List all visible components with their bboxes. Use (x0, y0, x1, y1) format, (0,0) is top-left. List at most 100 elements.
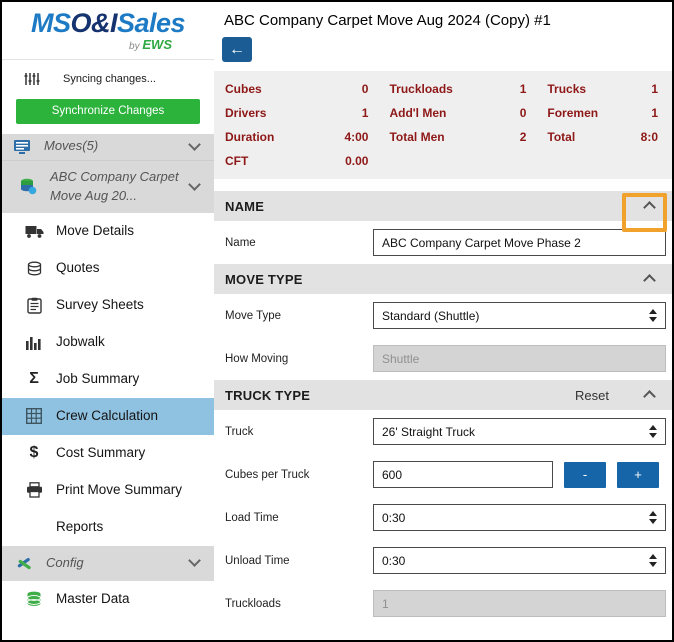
sigma-icon: Σ (29, 370, 39, 388)
monitor-icon (10, 139, 34, 155)
summary-cell-cft: CFT 0.00 (216, 149, 380, 173)
chevron-up-icon[interactable] (643, 201, 656, 214)
logo-wordmark: MSO&ISales (2, 8, 214, 39)
sidebar-item-label: Print Move Summary (56, 482, 183, 498)
how-moving-field-label: How Moving (225, 352, 289, 365)
move-type-select[interactable]: Standard (Shuttle) (373, 302, 666, 329)
logo-ews: EWS (142, 36, 172, 52)
sidebar-item-abc-company-carpet-move-aug-20[interactable]: ABC Company Carpet Move Aug 20... (2, 160, 214, 213)
sidebar-item-label: Config (46, 554, 84, 570)
sidebar-item-job-summary[interactable]: Σ Job Summary (2, 361, 214, 398)
main-content: ABC Company Carpet Move Aug 2024 (Copy) … (214, 2, 672, 640)
move-type-field-label: Move Type (225, 309, 282, 322)
unload-time-field-row: Unload Time 0:30 (214, 539, 672, 582)
sidebar-item-label: Job Summary (56, 371, 140, 387)
chevron-down-icon (188, 137, 201, 151)
how-moving-field: Shuttle (373, 345, 666, 372)
increment-button[interactable]: + (617, 461, 659, 488)
sidebar-item-label: Crew Calculation (56, 408, 159, 424)
sidebar-divider (2, 58, 214, 60)
load-time-field-row: Load Time 0:30 (214, 496, 672, 539)
sync-status-row: Syncing changes... (20, 72, 214, 86)
section-header-move-type[interactable]: MOVE TYPE (214, 264, 672, 294)
tools-icon (12, 555, 36, 571)
summary-label: Cubes (225, 82, 262, 96)
sidebar-item-label: Cost Summary (56, 445, 146, 461)
summary-value: 8:0 (640, 130, 658, 144)
app-logo: MSO&ISales by EWS (2, 2, 214, 52)
summary-value: 1 (519, 82, 527, 96)
sidebar-item-label: Reports (56, 519, 104, 535)
summary-value: 0.00 (345, 154, 369, 168)
chevron-up-icon[interactable] (643, 274, 656, 287)
back-button[interactable]: ← (222, 37, 252, 62)
load-time-spinner[interactable]: 0:30 (373, 504, 666, 531)
sidebar-item-move-details[interactable]: Move Details (2, 213, 214, 250)
section-header-truck-type[interactable]: TRUCK TYPE Reset (214, 380, 672, 410)
sidebar-item-moves-5[interactable]: Moves(5) (2, 133, 214, 161)
sidebar-item-label: Quotes (56, 260, 100, 276)
unload-time-field-label: Unload Time (225, 554, 290, 567)
decrement-button[interactable]: - (564, 461, 606, 488)
chevron-up-icon[interactable] (643, 390, 656, 403)
sidebar-item-cost-summary[interactable]: $ Cost Summary (2, 435, 214, 472)
unload-time-spinner[interactable]: 0:30 (373, 547, 666, 574)
summary-label: Add'l Men (389, 106, 447, 120)
section-title-move-type: MOVE TYPE (225, 271, 303, 287)
printer-icon (22, 482, 46, 498)
cubes-per-truck-input[interactable] (373, 461, 553, 488)
logo-ms: MS (30, 8, 71, 38)
updown-arrows-icon (641, 425, 657, 438)
name-input[interactable] (373, 229, 666, 256)
section-header-name[interactable]: NAME (214, 191, 672, 221)
summary-label: Total (547, 130, 576, 144)
summary-value: 0 (361, 82, 369, 96)
name-field-row: Name (214, 221, 672, 264)
summary-label: Total Men (389, 130, 445, 144)
synchronize-changes-button[interactable]: Synchronize Changes (16, 98, 200, 124)
sidebar-item-quotes[interactable]: Quotes (2, 250, 214, 287)
summary-cell-duration: Duration 4:00 (216, 125, 380, 149)
page-title: ABC Company Carpet Move Aug 2024 (Copy) … (224, 12, 551, 29)
sidebar-item-crew-calculation[interactable]: Crew Calculation (2, 397, 214, 435)
logo-oi: O&I (70, 8, 117, 38)
database-icon (16, 178, 40, 195)
summary-value: 1 (651, 82, 658, 96)
section-title-name: NAME (225, 198, 265, 214)
summary-label: Drivers (225, 106, 267, 120)
summary-label: Truckloads (389, 82, 453, 96)
chevron-down-icon (188, 554, 201, 568)
barchart-icon (22, 335, 46, 350)
summary-value: 2 (519, 130, 527, 144)
sidebar-item-print-move-summary[interactable]: Print Move Summary (2, 472, 214, 509)
sidebar-item-label: Move Details (56, 223, 135, 239)
sidebar-item-survey-sheets[interactable]: Survey Sheets (2, 287, 214, 324)
sidebar-item-label: ABC Company Carpet Move Aug 20... (50, 168, 179, 203)
sidebar-item-jobwalk[interactable]: Jobwalk (2, 324, 214, 361)
move-type-value: Standard (Shuttle) (382, 308, 480, 323)
sidebar-item-config[interactable]: Config (2, 545, 214, 581)
sidebar-item-master-data[interactable]: Master Data (2, 581, 214, 618)
summary-value: 4:00 (344, 130, 369, 144)
sidebar-nav: Moves(5) ABC Company Carpet Move Aug 20..… (2, 133, 214, 618)
sync-sliders-icon (20, 72, 44, 86)
cubes-per-truck-field-row: Cubes per Truck - + (214, 453, 672, 496)
summary-cell-total-men: Total Men 2 (380, 125, 538, 149)
truckloads-value: 1 (382, 596, 389, 611)
coins-icon (22, 261, 46, 276)
summary-cell-trucks: Trucks 1 (538, 77, 670, 101)
sidebar-item-label: Moves(5) (44, 138, 99, 154)
masterdata-icon (22, 591, 46, 607)
sync-status-text: Syncing changes... (63, 72, 156, 85)
updown-arrows-icon (641, 511, 657, 524)
calculator-icon (22, 408, 46, 425)
sidebar-item-label: Master Data (56, 591, 130, 607)
sidebar-item-label: Survey Sheets (56, 297, 144, 313)
truck-select[interactable]: 26' Straight Truck (373, 418, 666, 445)
logo-sales: Sales (116, 8, 186, 38)
updown-arrows-icon (641, 309, 657, 322)
reset-button[interactable]: Reset (575, 388, 609, 403)
updown-arrows-icon (641, 554, 657, 567)
chevron-down-icon (188, 177, 201, 191)
sidebar-item-reports[interactable]: Reports (2, 509, 214, 546)
